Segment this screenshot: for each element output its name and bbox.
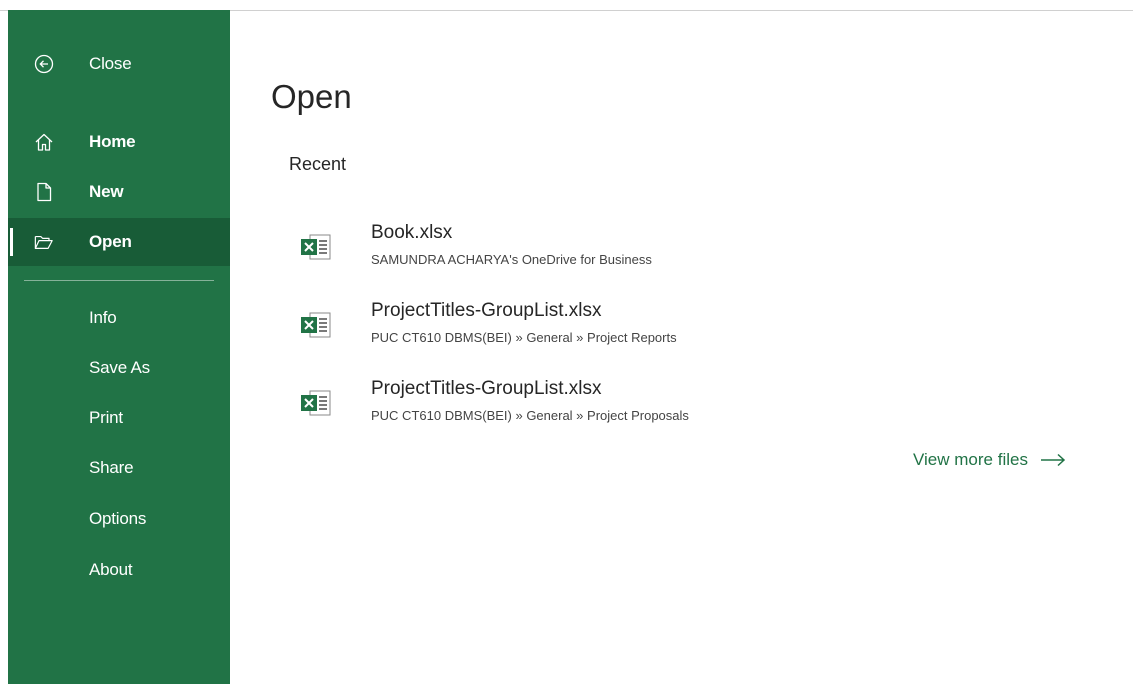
view-more-files-label: View more files: [913, 450, 1028, 469]
sidebar-item-label: Close: [89, 54, 132, 73]
sidebar-item-label: Open: [89, 232, 132, 251]
sidebar-item-share[interactable]: Share: [8, 444, 230, 492]
file-name: ProjectTitles-GroupList.xlsx: [371, 300, 602, 321]
sidebar-item-open[interactable]: Open: [8, 218, 230, 266]
recent-file-item[interactable]: Book.xlsx SAMUNDRA ACHARYA's OneDrive fo…: [285, 220, 785, 278]
sidebar-item-info[interactable]: Info: [8, 294, 230, 342]
sidebar-item-save-as[interactable]: Save As: [8, 344, 230, 392]
sidebar-item-label: New: [89, 182, 124, 201]
sidebar-item-close[interactable]: Close: [8, 40, 230, 88]
new-document-icon: [34, 182, 54, 202]
sidebar-item-home[interactable]: Home: [8, 118, 230, 166]
file-name: Book.xlsx: [371, 222, 453, 243]
page-title: Open: [271, 78, 352, 115]
sidebar-item-print[interactable]: Print: [8, 394, 230, 442]
sidebar-item-label: Info: [89, 308, 117, 327]
arrow-right-icon: [1040, 453, 1066, 467]
excel-file-icon: [298, 388, 332, 418]
view-more-files-link[interactable]: View more files: [913, 450, 1066, 470]
file-location: SAMUNDRA ACHARYA's OneDrive for Business: [371, 252, 652, 267]
sidebar-item-new[interactable]: New: [8, 168, 230, 216]
window-right-edge: [1133, 0, 1137, 684]
sidebar-item-label: Options: [89, 509, 147, 528]
active-indicator: [10, 228, 13, 256]
sidebar-divider: [24, 280, 214, 281]
sidebar-item-label: Print: [89, 408, 123, 427]
file-name: ProjectTitles-GroupList.xlsx: [371, 378, 602, 399]
sidebar-item-options[interactable]: Options: [8, 495, 230, 543]
back-arrow-circle-icon: [34, 54, 54, 74]
backstage-sidebar: Close Home New Open Info Save As Print S…: [8, 10, 230, 684]
sidebar-item-about[interactable]: About: [8, 546, 230, 594]
open-folder-icon: [34, 232, 54, 252]
recent-file-item[interactable]: ProjectTitles-GroupList.xlsx PUC CT610 D…: [285, 376, 785, 434]
sidebar-item-label: About: [89, 560, 133, 579]
sidebar-item-label: Save As: [89, 358, 150, 377]
recent-section-title: Recent: [289, 154, 347, 174]
file-location: PUC CT610 DBMS(BEI) » General » Project …: [371, 408, 689, 423]
file-location: PUC CT610 DBMS(BEI) » General » Project …: [371, 330, 677, 345]
excel-file-icon: [298, 310, 332, 340]
recent-file-item[interactable]: ProjectTitles-GroupList.xlsx PUC CT610 D…: [285, 298, 785, 356]
home-icon: [34, 132, 54, 152]
sidebar-item-label: Share: [89, 458, 134, 477]
sidebar-item-label: Home: [89, 132, 136, 151]
excel-file-icon: [298, 232, 332, 262]
excel-backstage-window: Close Home New Open Info Save As Print S…: [0, 0, 1137, 684]
